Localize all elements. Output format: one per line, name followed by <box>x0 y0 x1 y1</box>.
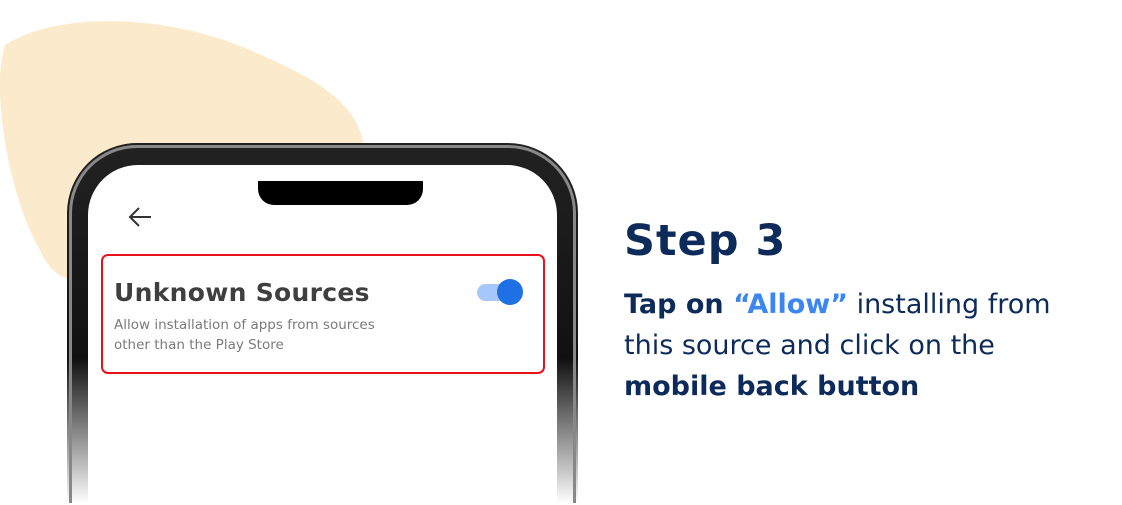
instruction-part1: Tap on <box>624 289 734 320</box>
setting-title: Unknown Sources <box>114 278 370 307</box>
toggle-knob <box>497 279 523 305</box>
step-heading: Step 3 <box>624 216 787 266</box>
setting-description: Allow installation of apps from sources … <box>114 317 375 353</box>
arrow-left-icon[interactable] <box>126 204 154 230</box>
instruction-part3: mobile back button <box>624 371 920 402</box>
instruction-text: Tap on “Allow” installing from this sour… <box>624 284 1104 407</box>
unknown-sources-toggle[interactable] <box>475 278 525 306</box>
phone-notch <box>258 181 423 205</box>
unknown-sources-setting[interactable]: Unknown Sources Allow installation of ap… <box>101 254 545 374</box>
allow-highlight: “Allow” <box>733 289 848 320</box>
